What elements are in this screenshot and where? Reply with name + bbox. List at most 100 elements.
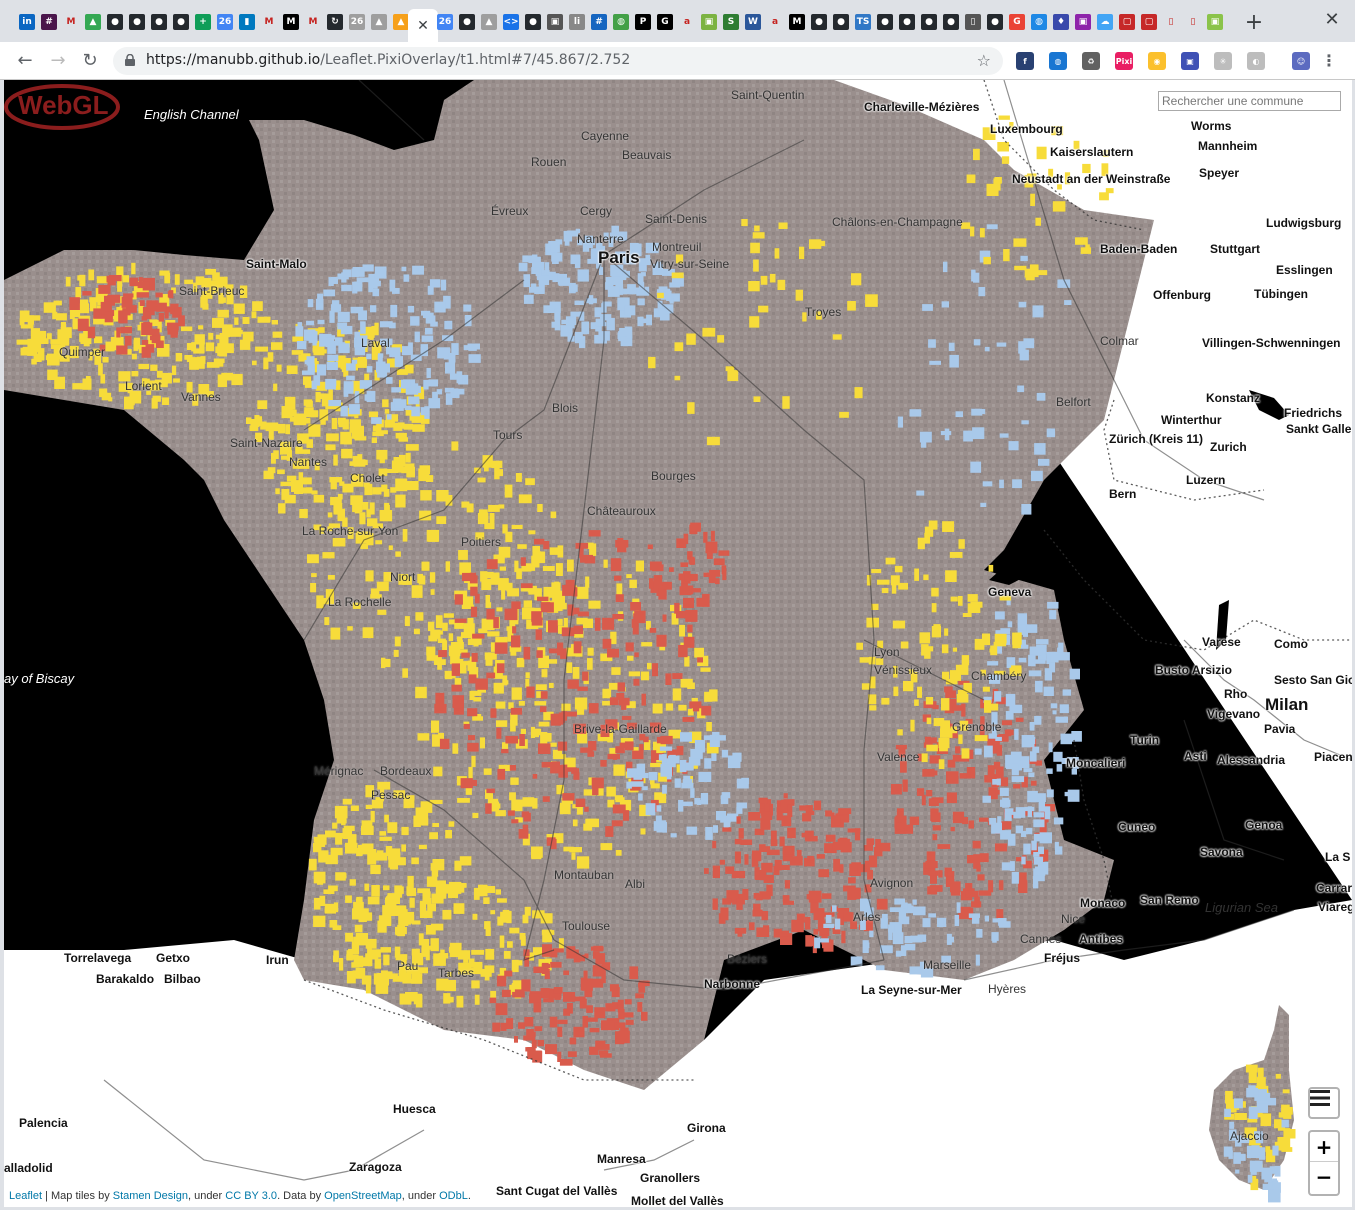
browser-tab[interactable]: ▯ xyxy=(1160,9,1182,35)
browser-tab[interactable]: # xyxy=(588,9,610,35)
commune-patch xyxy=(116,327,121,338)
browser-tab[interactable]: M xyxy=(280,9,302,35)
browser-tab[interactable]: ● xyxy=(918,9,940,35)
browser-tab[interactable]: ♦ xyxy=(1050,9,1072,35)
browser-tab[interactable]: ▲ xyxy=(368,9,390,35)
browser-tab[interactable]: ▮ xyxy=(236,9,258,35)
browser-tab[interactable]: ▢ xyxy=(1138,9,1160,35)
browser-tab[interactable]: ● xyxy=(104,9,126,35)
browser-tab[interactable]: ▣ xyxy=(1072,9,1094,35)
fedora-icon[interactable]: f xyxy=(1016,52,1034,70)
zoom-in-button[interactable]: + xyxy=(1310,1132,1338,1162)
browser-tab[interactable]: P xyxy=(632,9,654,35)
reload-button[interactable]: ↻ xyxy=(79,50,101,72)
browser-tab[interactable]: a xyxy=(676,9,698,35)
commune-patch xyxy=(510,712,518,726)
commune-patch xyxy=(82,378,92,390)
browser-tab[interactable]: G xyxy=(654,9,676,35)
avatar-icon[interactable]: ☺ xyxy=(1292,52,1310,70)
browser-tab[interactable]: li xyxy=(566,9,588,35)
commune-patch xyxy=(1015,717,1024,722)
browser-tab[interactable]: M xyxy=(786,9,808,35)
browser-tab[interactable]: 26 xyxy=(346,9,368,35)
browser-tab[interactable]: ▣ xyxy=(544,9,566,35)
pixi-icon[interactable]: Pixi xyxy=(1115,52,1133,70)
commune-search-input[interactable] xyxy=(1158,91,1341,111)
commune-patch xyxy=(657,292,664,299)
browser-tab[interactable]: in xyxy=(16,9,38,35)
browser-tab[interactable]: # xyxy=(38,9,60,35)
browser-tab[interactable]: TS xyxy=(852,9,874,35)
browser-tab[interactable]: W xyxy=(742,9,764,35)
browser-tab[interactable]: ● xyxy=(830,9,852,35)
leaflet-map[interactable]: WebGL Saint-QuentinCharleville-MézièresL… xyxy=(4,80,1352,1207)
recycle-icon[interactable]: ♻ xyxy=(1082,52,1100,70)
globe-icon[interactable]: ◍ xyxy=(1049,52,1067,70)
browser-tab[interactable]: a xyxy=(764,9,786,35)
browser-tab[interactable]: ◍ xyxy=(1028,9,1050,35)
browser-tab[interactable]: ● xyxy=(808,9,830,35)
browser-tab[interactable]: M xyxy=(302,9,324,35)
browser-tab[interactable]: ↻ xyxy=(324,9,346,35)
commune-patch xyxy=(649,561,662,571)
browser-tab[interactable]: ▣ xyxy=(1204,9,1226,35)
close-tab-icon[interactable]: ✕ xyxy=(415,18,431,34)
browser-menu-icon[interactable]: ⋮ xyxy=(1321,51,1337,71)
browser-tab[interactable]: ● xyxy=(170,9,192,35)
window-close-button[interactable]: ✕ xyxy=(1322,10,1342,30)
new-tab-button[interactable]: + xyxy=(1244,12,1264,34)
browser-tab[interactable]: ▲ xyxy=(478,9,500,35)
browser-tab[interactable]: ● xyxy=(984,9,1006,35)
browser-tab[interactable]: ● xyxy=(148,9,170,35)
browser-tab[interactable]: 26 xyxy=(214,9,236,35)
browser-tab[interactable]: ◍ xyxy=(610,9,632,35)
browser-tab[interactable]: ▯ xyxy=(962,9,984,35)
commune-patch xyxy=(710,530,715,542)
browser-tab[interactable]: ▯ xyxy=(1182,9,1204,35)
browser-tab[interactable]: ● xyxy=(456,9,478,35)
commune-patch xyxy=(389,347,401,357)
browser-tab[interactable]: G xyxy=(1006,9,1028,35)
browser-tab[interactable]: ● xyxy=(126,9,148,35)
bookmark-star-icon[interactable]: ☆ xyxy=(977,51,991,70)
browser-tab[interactable]: S xyxy=(720,9,742,35)
commune-patch xyxy=(549,742,557,747)
commune-patch xyxy=(949,354,959,368)
browser-tab[interactable]: ● xyxy=(896,9,918,35)
browser-tab[interactable]: M xyxy=(258,9,280,35)
osm-link[interactable]: OpenStreetMap xyxy=(324,1190,402,1202)
browser-tab[interactable]: ☁ xyxy=(1094,9,1116,35)
back-button[interactable]: ← xyxy=(14,50,36,72)
forward-button[interactable]: → xyxy=(47,50,69,72)
commune-patch xyxy=(799,246,805,260)
gear-icon[interactable]: ✳ xyxy=(1214,52,1232,70)
commune-patch xyxy=(877,579,890,585)
stamen-link[interactable]: Stamen Design xyxy=(113,1190,188,1202)
browser-tab[interactable]: ● xyxy=(874,9,896,35)
cc-by-link[interactable]: CC BY 3.0 xyxy=(225,1190,277,1202)
browser-tab[interactable]: ▲ xyxy=(82,9,104,35)
browser-tab[interactable]: ▢ xyxy=(1116,9,1138,35)
odbl-link[interactable]: ODbL xyxy=(439,1190,468,1202)
browser-tab[interactable]: M xyxy=(60,9,82,35)
commune-patch xyxy=(982,686,990,692)
commune-patch xyxy=(557,618,563,626)
browser-tab[interactable]: ● xyxy=(522,9,544,35)
browser-tab[interactable]: <> xyxy=(500,9,522,35)
address-bar[interactable]: https://manubb.github.io/Leaflet.PixiOve… xyxy=(113,47,1003,75)
browser-tab[interactable]: 26 xyxy=(434,9,456,35)
commune-patch xyxy=(155,340,164,348)
moon-icon[interactable]: ◐ xyxy=(1247,52,1265,70)
commune-patch xyxy=(881,697,890,705)
commune-patch xyxy=(372,425,382,432)
browser-tab[interactable]: ▣ xyxy=(698,9,720,35)
layers-button[interactable] xyxy=(1308,1087,1340,1119)
box-icon[interactable]: ▣ xyxy=(1181,52,1199,70)
commune-patch xyxy=(337,311,350,323)
browser-tab[interactable]: ● xyxy=(940,9,962,35)
commune-patch xyxy=(626,326,633,339)
target-icon[interactable]: ◉ xyxy=(1148,52,1166,70)
leaflet-link[interactable]: Leaflet xyxy=(9,1190,42,1202)
browser-tab[interactable]: + xyxy=(192,9,214,35)
zoom-out-button[interactable]: − xyxy=(1310,1162,1338,1192)
